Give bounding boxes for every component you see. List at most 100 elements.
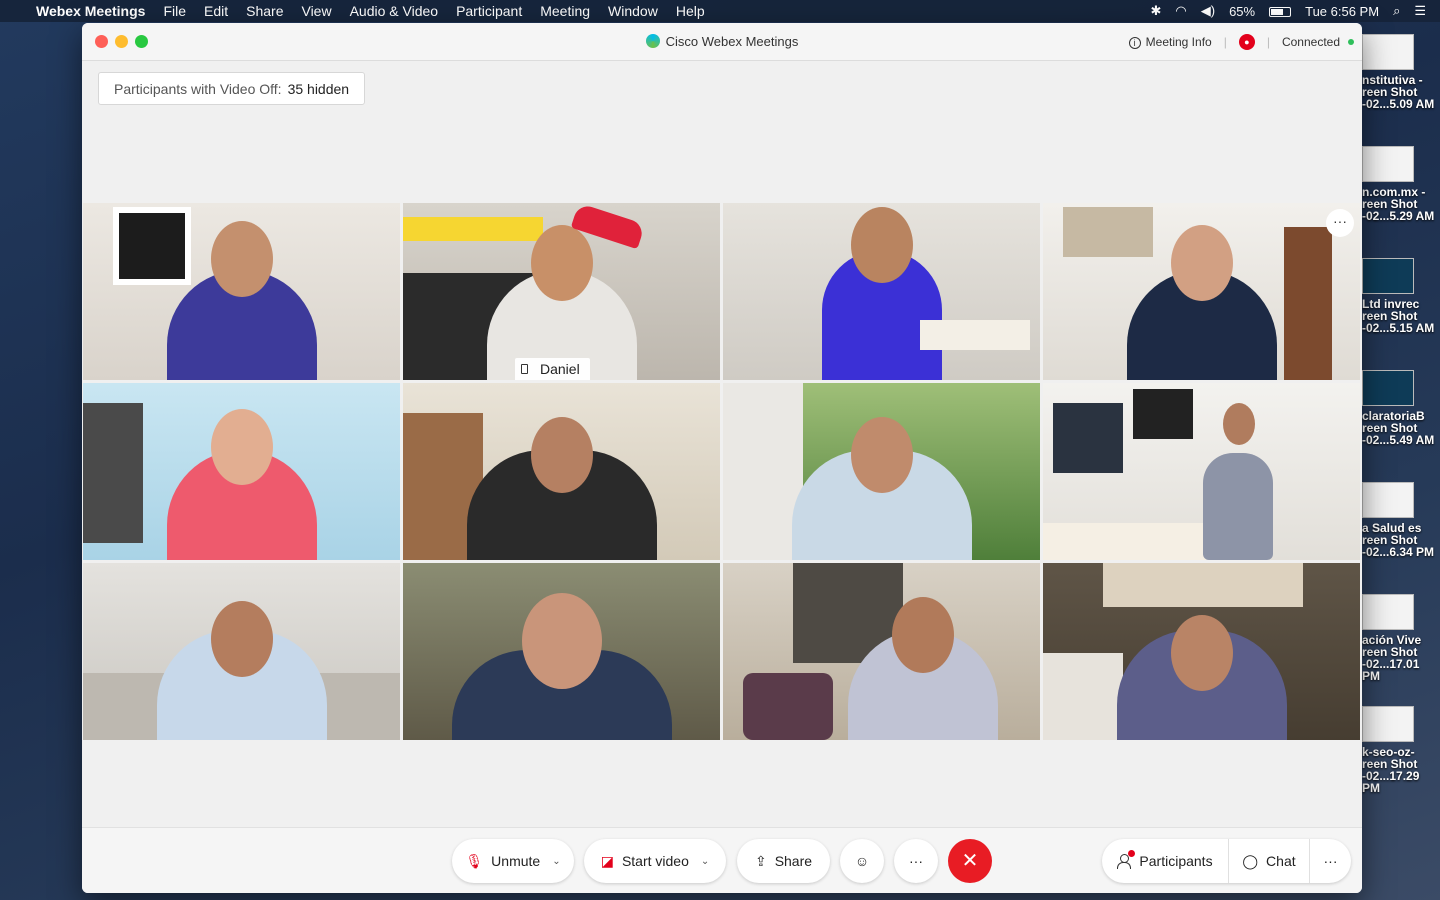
menu-file[interactable]: File <box>163 3 186 19</box>
info-icon: i <box>1128 37 1141 49</box>
menu-meeting[interactable]: Meeting <box>540 3 590 19</box>
desktop-file[interactable]: a Salud es reen Shot -02...6.34 PM <box>1362 482 1440 558</box>
menu-bar: Webex Meetings File Edit Share View Audi… <box>0 0 1440 22</box>
menu-window[interactable]: Window <box>608 3 658 19</box>
bluetooth-icon[interactable]: ✱ <box>1151 3 1162 19</box>
wall-picture <box>1133 389 1193 439</box>
menu-share[interactable]: Share <box>246 3 283 19</box>
meeting-controls-bar: 🎙 Unmute ⌄ ◪ Start video ⌄ ⇪ Share ☺ ···… <box>82 827 1362 893</box>
file-thumbnail-icon <box>1362 258 1414 294</box>
video-tile-active-speaker[interactable]: Daniel <box>403 203 720 380</box>
spotlight-search-icon[interactable]: ⌕ <box>1393 3 1400 19</box>
equipment <box>920 320 1030 350</box>
volume-icon[interactable]: ◀) <box>1201 3 1215 19</box>
participants-button[interactable]: Participants <box>1102 839 1228 883</box>
participant-name-label: Daniel <box>515 358 590 380</box>
video-tile[interactable] <box>83 563 400 740</box>
video-tile[interactable] <box>83 203 400 380</box>
tile-more-options-button[interactable]: ··· <box>1326 209 1354 237</box>
smiley-icon: ☺ <box>854 853 870 869</box>
menu-participant[interactable]: Participant <box>456 3 522 19</box>
participant-face <box>850 207 913 283</box>
video-tile[interactable] <box>403 563 720 740</box>
connection-status: Connected <box>1281 35 1340 49</box>
file-thumbnail-icon <box>1362 34 1414 70</box>
file-thumbnail-icon <box>1362 594 1414 630</box>
wifi-icon[interactable]: ◠ <box>1175 3 1186 19</box>
desktop-file[interactable]: nstitutiva - reen Shot -02...5.09 AM <box>1362 34 1440 110</box>
battery-percent[interactable]: 65% <box>1229 4 1255 19</box>
more-options-button[interactable]: ··· <box>894 839 938 883</box>
participant-face <box>210 601 273 677</box>
title-bar: Cisco Webex Meetings i Meeting Info | ● |… <box>82 23 1362 61</box>
photo-frames <box>1053 403 1123 473</box>
wall-picture <box>1103 563 1303 607</box>
video-grid: Daniel ··· <box>83 203 1362 741</box>
desktop-file[interactable]: claratoriaB reen Shot -02...5.49 AM <box>1362 370 1440 446</box>
leave-meeting-button[interactable]: ✕ <box>948 839 992 883</box>
webex-window: Cisco Webex Meetings i Meeting Info | ● |… <box>82 23 1362 893</box>
chat-bubble-icon: ◯ <box>1242 852 1259 869</box>
file-thumbnail-icon <box>1362 706 1414 742</box>
menu-edit[interactable]: Edit <box>204 3 228 19</box>
notification-center-icon[interactable]: ☰ <box>1414 3 1426 19</box>
share-icon: ⇪ <box>754 852 767 869</box>
title-bar-status: i Meeting Info | ● | Connected <box>1128 34 1354 50</box>
video-tile[interactable] <box>1043 563 1360 740</box>
participant-face <box>1170 225 1233 301</box>
menu-view[interactable]: View <box>301 3 331 19</box>
share-button[interactable]: ⇪ Share <box>737 839 830 883</box>
mobile-device-icon <box>521 364 528 374</box>
desktop-file[interactable]: ación Vive reen Shot -02...17.01 PM <box>1362 594 1440 682</box>
participant-face <box>210 409 273 485</box>
participant-face <box>530 417 593 493</box>
connected-dot-icon <box>1348 39 1354 45</box>
participant-face <box>530 225 593 301</box>
participant-video <box>1203 453 1273 560</box>
participant-face <box>1223 403 1255 445</box>
start-video-button[interactable]: ◪ Start video ⌄ <box>584 839 726 883</box>
status-area: ✱ ◠ ◀) 65% Tue 6:56 PM ⌕ ☰ <box>1151 0 1440 22</box>
bookshelf <box>1063 207 1153 257</box>
recording-icon[interactable]: ● <box>1238 34 1255 50</box>
video-tile[interactable] <box>723 563 1040 740</box>
participant-face <box>210 221 273 297</box>
chevron-down-icon[interactable]: ⌄ <box>552 856 560 867</box>
participant-face <box>892 597 954 673</box>
desktop-file[interactable]: k-seo-oz- reen Shot -02...17.29 PM <box>1362 706 1440 794</box>
meeting-info-button[interactable]: i Meeting Info <box>1128 35 1212 49</box>
video-off-icon: ◪ <box>600 852 614 869</box>
menu-app-name[interactable]: Webex Meetings <box>36 3 145 19</box>
door <box>1284 227 1332 380</box>
participant-face <box>521 593 602 689</box>
wall-picture <box>113 207 191 285</box>
menu-help[interactable]: Help <box>676 3 705 19</box>
chat-button[interactable]: ◯ Chat <box>1229 839 1309 883</box>
clock[interactable]: Tue 6:56 PM <box>1305 4 1379 19</box>
panel-more-button[interactable]: ··· <box>1310 839 1351 883</box>
video-off-indicator[interactable]: Participants with Video Off: 35 hidden <box>98 72 366 105</box>
desktop-file[interactable]: n.com.mx - reen Shot -02...5.29 AM <box>1362 146 1440 222</box>
participant-face <box>1170 615 1233 691</box>
reactions-button[interactable]: ☺ <box>840 839 884 883</box>
webex-logo-icon <box>645 34 660 48</box>
video-tile[interactable]: ··· <box>1043 203 1360 380</box>
video-tile[interactable] <box>723 203 1040 380</box>
panel-toggles: Participants ◯ Chat ··· <box>1102 839 1351 883</box>
chevron-down-icon[interactable]: ⌄ <box>701 856 709 867</box>
unmute-button[interactable]: 🎙 Unmute ⌄ <box>452 839 574 883</box>
coffee-machine <box>83 403 143 543</box>
video-tile[interactable] <box>403 383 720 560</box>
video-tile[interactable] <box>1043 383 1360 560</box>
desktop-file[interactable]: Ltd invrec reen Shot -02...5.15 AM <box>1362 258 1440 334</box>
file-thumbnail-icon <box>1362 482 1414 518</box>
menu-audio-video[interactable]: Audio & Video <box>350 3 438 19</box>
bed <box>1043 523 1223 560</box>
video-tile[interactable] <box>83 383 400 560</box>
battery-icon[interactable] <box>1269 4 1292 19</box>
cushions <box>743 673 833 740</box>
cabinet <box>1043 653 1123 740</box>
video-tile[interactable] <box>723 383 1040 560</box>
file-thumbnail-icon <box>1362 370 1414 406</box>
participant-face <box>850 417 913 493</box>
